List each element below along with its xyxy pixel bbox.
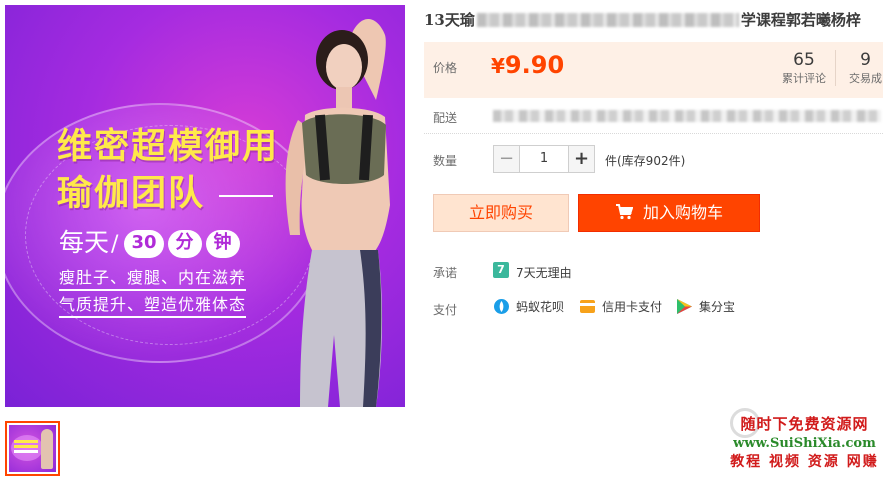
banner-slash: / <box>111 232 119 257</box>
deals-stat: 9 交易成 <box>835 50 883 86</box>
reviews-label: 累计评论 <box>782 72 826 85</box>
seven-day-return-icon: 7 <box>493 262 509 278</box>
watermark-line2: www.SuiShiXia.com <box>733 436 876 451</box>
quantity-label: 数量 <box>433 154 458 168</box>
thumbnail-text <box>14 440 38 443</box>
price-panel: 价格 ¥9.90 65 累计评论 9 交易成 <box>424 42 883 98</box>
payment-credit-card[interactable]: 信用卡支付 <box>579 298 662 315</box>
thumbnail-image <box>9 425 56 472</box>
add-to-cart-button[interactable]: 加入购物车 <box>578 194 760 232</box>
divider <box>424 133 883 134</box>
add-to-cart-label: 加入购物车 <box>642 203 723 222</box>
reviews-stat[interactable]: 65 累计评论 <box>776 50 832 86</box>
payment-label: 支付 <box>433 303 458 317</box>
stock-info: 件(库存902件) <box>605 154 686 168</box>
credit-card-icon <box>580 300 595 313</box>
product-title-start: 13天瑜 <box>424 11 475 29</box>
quantity-increase-button[interactable]: + <box>568 145 595 173</box>
payment-huabei-label: 蚂蚁花呗 <box>516 300 565 314</box>
product-title-end: 学课程郭若曦杨梓 <box>740 11 861 29</box>
watermark-line3: 教程 视频 资源 网赚 <box>730 454 879 470</box>
product-title: 13天瑜 学课程郭若曦杨梓 <box>424 9 861 30</box>
price-label: 价格 <box>433 61 458 75</box>
banner-daily-text: 每天 <box>59 228 110 257</box>
product-page: 维密超模御用 瑜伽团队 每天/30 分钟 瘦肚子、瘦腿、内在滋养 气质提升、塑造优… <box>0 0 883 479</box>
model-figure <box>285 18 390 407</box>
promise-text[interactable]: 7天无理由 <box>516 264 572 281</box>
banner-pill-30: 30 <box>124 230 164 258</box>
banner-pill-fen: 分 <box>167 230 202 258</box>
watermark-line1: 随时下免费资源网 <box>740 415 869 433</box>
payment-jifenbao[interactable]: 集分宝 <box>676 298 735 315</box>
thumbnail-model <box>41 429 53 469</box>
payment-jifenbao-label: 集分宝 <box>699 300 736 314</box>
shipping-blurred-info <box>493 110 881 122</box>
banner-subtitle-line2: 气质提升、塑造优雅体态 <box>59 297 247 318</box>
huabei-icon <box>494 299 509 314</box>
payment-huabei[interactable]: 蚂蚁花呗 <box>493 298 564 315</box>
thumbnail-selected[interactable] <box>5 421 60 476</box>
promise-label: 承诺 <box>433 266 458 280</box>
quantity-input[interactable]: 1 <box>520 145 568 173</box>
deals-count: 9 <box>860 50 871 70</box>
banner-pill-zhong: 钟 <box>205 230 240 258</box>
banner-title-line2: 瑜伽团队 <box>57 173 206 214</box>
quantity-stepper: − 1 + <box>493 145 595 173</box>
shipping-label: 配送 <box>433 111 458 125</box>
currency-symbol: ¥ <box>491 54 505 78</box>
cart-icon <box>615 204 633 220</box>
banner-subtitle-line1: 瘦肚子、瘦腿、内在滋养 <box>59 270 247 291</box>
deals-label: 交易成 <box>849 72 882 85</box>
price-amount: 9.90 <box>504 51 565 79</box>
price-value: ¥9.90 <box>491 51 564 79</box>
buy-now-button[interactable]: 立即购买 <box>433 194 569 232</box>
jifenbao-icon <box>677 299 692 314</box>
quantity-decrease-button[interactable]: − <box>493 145 520 173</box>
reviews-count: 65 <box>793 50 815 70</box>
product-main-image[interactable]: 维密超模御用 瑜伽团队 每天/30 分钟 瘦肚子、瘦腿、内在滋养 气质提升、塑造优… <box>5 5 405 407</box>
banner-title-line1: 维密超模御用 <box>57 126 280 167</box>
payment-credit-card-label: 信用卡支付 <box>602 300 663 314</box>
title-blurred-region <box>476 13 739 27</box>
thumbnail-circle <box>11 435 43 461</box>
banner-daily: 每天/30 分钟 <box>59 230 240 258</box>
watermark: 随时下免费资源网 www.SuiShiXia.com 教程 视频 资源 网赚 <box>726 415 883 472</box>
banner-divider <box>219 195 273 197</box>
